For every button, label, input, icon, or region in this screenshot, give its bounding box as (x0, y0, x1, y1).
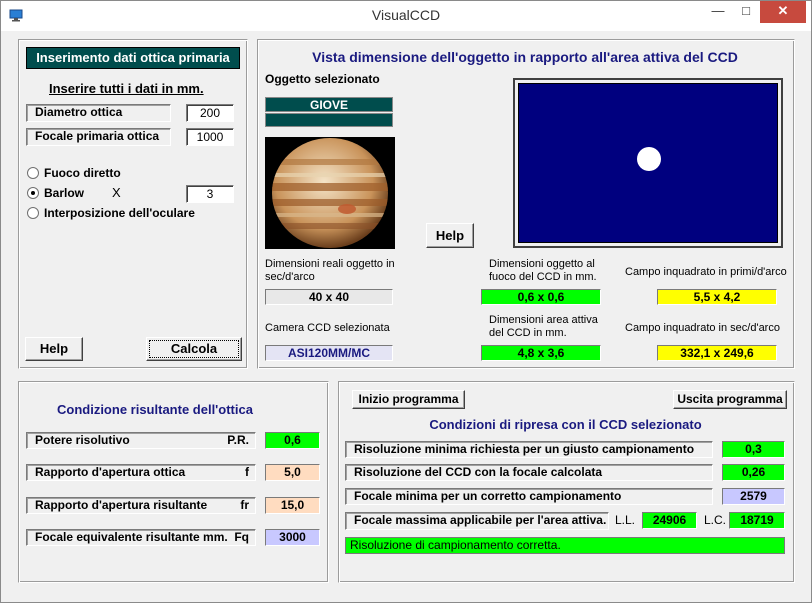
min-focal-value: 2579 (722, 488, 785, 505)
equiv-focal-value: 3000 (265, 529, 320, 546)
real-dim-value: 40 x 40 (265, 289, 393, 305)
result-aperture-label: Rapporto d'apertura risultante (35, 498, 208, 512)
help-button-left[interactable]: Help (25, 337, 83, 361)
equiv-focal-row: Focale equivalente risultante mm. Fq (26, 529, 256, 546)
ccd-resolution-label: Risoluzione del CCD con la focale calcol… (345, 464, 713, 481)
min-resolution-value: 0,3 (722, 441, 785, 458)
ccd-field-frame (513, 78, 783, 248)
radio-barlow-label: Barlow (44, 186, 85, 200)
ccd-focus-label: Dimensioni oggetto al fuoco del CCD in m… (489, 258, 597, 283)
resolving-power-symbol: P.R. (227, 433, 249, 447)
window-title: VisualCCD (371, 7, 441, 23)
radio-eyepiece-label: Interposizione dell'oculare (44, 206, 195, 220)
jupiter-image (265, 137, 395, 249)
input-panel-header: Inserimento dati ottica primaria (26, 47, 240, 69)
diameter-input[interactable]: 200 (186, 104, 234, 122)
calculate-button[interactable]: Calcola (146, 337, 242, 361)
ccd-area-label: Dimensioni area attiva del CCD in mm. (489, 314, 598, 339)
exit-program-button[interactable]: Uscita programma (673, 390, 787, 409)
camera-label: Camera CCD selezionata (265, 322, 390, 334)
resolving-power-label: Potere risolutivo (35, 433, 130, 447)
aperture-ratio-value: 5,0 (265, 464, 320, 481)
field-min-value: 5,5 x 4,2 (657, 289, 777, 305)
object-disk (637, 147, 661, 171)
focal-input[interactable]: 1000 (186, 128, 234, 146)
ccd-active-area (518, 83, 778, 243)
close-button[interactable]: ✕ (760, 1, 806, 23)
ccd-area-value: 4,8 x 3,6 (481, 345, 601, 361)
equiv-focal-symbol: Fq (234, 530, 249, 544)
result-aperture-symbol: fr (240, 498, 249, 512)
ccd-resolution-value: 0,26 (722, 464, 785, 481)
diameter-label: Diametro ottica (26, 104, 171, 122)
object-name-field-2 (265, 113, 393, 127)
equiv-focal-label: Focale equivalente risultante mm. (35, 530, 228, 544)
ccd-conditions-panel: Inizio programma Uscita programma Condiz… (338, 381, 795, 583)
field-min-label: Campo inquadrato in primi/d'arco (625, 266, 787, 278)
input-panel-subtitle: Inserire tutti i dati in mm. (49, 81, 204, 96)
result-aperture-row: Rapporto d'apertura risultante fr (26, 497, 256, 514)
optics-result-panel: Condizione risultante dell'ottica Potere… (18, 381, 329, 583)
sampling-status: Risoluzione di campionamento corretta. (345, 537, 785, 554)
max-focal-label: Focale massima applicabile per l'area at… (345, 512, 609, 530)
min-resolution-label: Risoluzione minima richiesta per un gius… (345, 441, 713, 458)
start-program-button[interactable]: Inizio programma (352, 390, 465, 409)
resolving-power-row: Potere risolutivo P.R. (26, 432, 256, 449)
radio-direct-focus[interactable] (27, 167, 39, 179)
field-sec-value: 332,1 x 249,6 (657, 345, 777, 361)
min-focal-label: Focale minima per un corretto campioname… (345, 488, 713, 505)
aperture-ratio-row: Rapporto d'apertura ottica f (26, 464, 256, 481)
camera-value: ASI120MM/MC (265, 345, 393, 361)
aperture-ratio-symbol: f (245, 465, 249, 479)
radio-eyepiece[interactable] (27, 207, 39, 219)
minimize-button[interactable]: — (704, 1, 732, 23)
ccd-focus-value: 0,6 x 0,6 (481, 289, 601, 305)
aperture-ratio-label: Rapporto d'apertura ottica (35, 465, 186, 479)
real-dim-label: Dimensioni reali oggetto in sec/d'arco (265, 258, 395, 283)
view-panel-title: Vista dimensione dell'oggetto in rapport… (312, 49, 738, 65)
ll-value: 24906 (642, 512, 697, 529)
help-button-view[interactable]: Help (426, 223, 474, 248)
lc-label: L.C. (704, 513, 727, 527)
title-bar: VisualCCD — □ ✕ (1, 1, 811, 31)
ccd-conditions-title: Condizioni di ripresa con il CCD selezio… (429, 417, 702, 432)
ccd-view-panel: Vista dimensione dell'oggetto in rapport… (257, 39, 795, 369)
radio-barlow[interactable] (27, 187, 39, 199)
lc-value: 18719 (729, 512, 785, 529)
optics-input-panel: Inserimento dati ottica primaria Inserir… (18, 39, 248, 369)
barlow-input[interactable]: 3 (186, 185, 234, 203)
maximize-button[interactable]: □ (732, 1, 760, 23)
result-aperture-value: 15,0 (265, 497, 320, 514)
optics-result-title: Condizione risultante dell'ottica (57, 402, 253, 417)
object-name-field: GIOVE (265, 97, 393, 112)
radio-direct-focus-label: Fuoco diretto (44, 166, 121, 180)
ll-label: L.L. (615, 513, 636, 527)
field-sec-label: Campo inquadrato in sec/d'arco (625, 322, 780, 334)
selected-object-label: Oggetto selezionato (265, 72, 380, 86)
barlow-multiplier-symbol: X (112, 185, 121, 200)
app-window: VisualCCD — □ ✕ Inserimento dati ottica … (0, 0, 812, 603)
focal-label: Focale primaria ottica (26, 128, 171, 146)
resolving-power-value: 0,6 (265, 432, 320, 449)
